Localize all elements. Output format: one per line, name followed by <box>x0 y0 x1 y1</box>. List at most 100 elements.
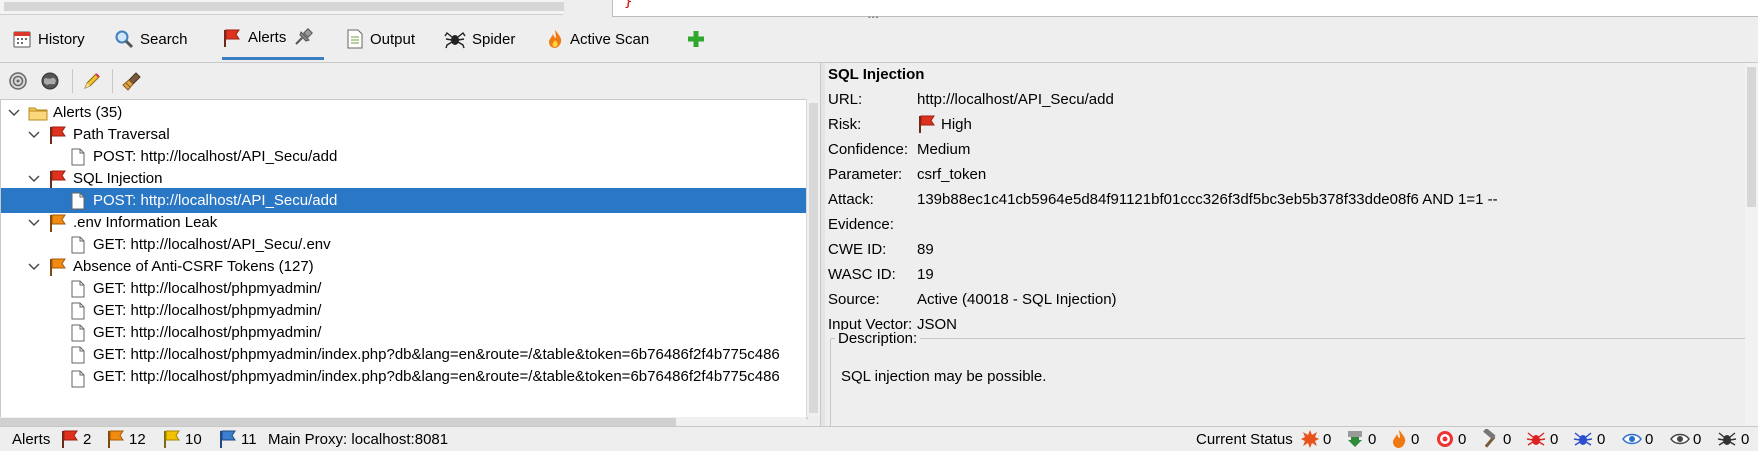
wasc-value: 19 <box>917 266 934 283</box>
high-risk-flag-icon <box>47 168 69 190</box>
status-counter: 0 <box>1480 429 1511 449</box>
edit-alert-button[interactable] <box>80 69 104 93</box>
status-counter: 0 <box>1435 429 1466 449</box>
add-tab-button[interactable] <box>686 18 706 60</box>
count-text: 0 <box>1458 430 1467 448</box>
page-icon <box>67 300 89 322</box>
flame-icon <box>1393 430 1406 448</box>
status-counter: 0 <box>1525 429 1558 449</box>
pencil-icon <box>84 73 100 89</box>
target-icon <box>1437 431 1453 447</box>
alerts-tree[interactable]: Alerts (35) Path Traversal POST: http://… <box>0 99 808 419</box>
tab-search[interactable]: Search <box>114 18 188 60</box>
download-icon <box>1348 431 1362 447</box>
main-proxy-status: Main Proxy: localhost:8081 <box>268 429 448 449</box>
tree-node-label: GET: http://localhost/phpmyadmin/index.p… <box>93 346 780 363</box>
count-text: 0 <box>1741 430 1750 448</box>
high-alerts-count: 2 <box>60 429 91 449</box>
magnifier-icon <box>115 30 134 49</box>
scrollbar-thumb[interactable] <box>4 2 564 11</box>
scope-button[interactable] <box>6 69 30 93</box>
flame-icon <box>549 30 562 48</box>
page-icon <box>67 146 89 168</box>
document-icon <box>347 29 363 49</box>
description-label: Description: <box>835 330 921 347</box>
scrollbar-thumb[interactable] <box>809 103 818 413</box>
clear-alerts-button[interactable] <box>120 69 144 93</box>
cwe-value: 89 <box>917 241 934 258</box>
source-label: Source: <box>828 291 880 308</box>
tab-history[interactable]: History <box>12 18 85 60</box>
tab-label: Spider <box>472 30 516 48</box>
folder-icon <box>27 102 49 124</box>
alert-title: SQL Injection <box>828 66 925 83</box>
tree-node-label: Absence of Anti-CSRF Tokens (127) <box>73 258 314 275</box>
chevron-down-icon[interactable] <box>7 106 21 120</box>
count-text: 0 <box>1503 430 1512 448</box>
calendar-icon <box>13 31 31 48</box>
count-text: 10 <box>185 430 202 448</box>
status-counter: 0 <box>1670 429 1701 449</box>
wasc-label: WASC ID: <box>828 266 896 283</box>
splitter-grip[interactable]: ••• <box>868 13 888 22</box>
details-vertical-scrollbar[interactable] <box>1745 63 1758 426</box>
page-icon <box>67 278 89 300</box>
medium-risk-flag-icon <box>47 256 69 278</box>
high-risk-flag-icon <box>919 115 935 133</box>
tree-node-label: POST: http://localhost/API_Secu/add <box>93 192 338 209</box>
count-text: 2 <box>83 430 92 448</box>
status-counter: 0 <box>1390 429 1419 449</box>
tab-spider[interactable]: Spider <box>444 18 515 60</box>
cwe-label: CWE ID: <box>828 241 887 258</box>
confidence-value: Medium <box>917 141 971 158</box>
low-alerts-count: 10 <box>162 429 202 449</box>
risk-label: Risk: <box>828 116 862 133</box>
count-text: 0 <box>1323 430 1332 448</box>
confidence-label: Confidence: <box>828 141 909 158</box>
link-button[interactable] <box>38 69 62 93</box>
pin-icon[interactable] <box>292 27 314 48</box>
tree-node-label: POST: http://localhost/API_Secu/add <box>93 148 338 165</box>
chevron-down-icon[interactable] <box>27 216 41 230</box>
page-icon <box>67 190 89 212</box>
tree-node-alert-instance[interactable]: GET: http://localhost/phpmyadmin/index.p… <box>1 364 807 390</box>
tab-label: History <box>38 30 85 48</box>
spider-icon <box>444 31 466 49</box>
description-text: SQL injection may be possible. <box>841 368 1047 385</box>
chevron-down-icon[interactable] <box>27 260 41 274</box>
input-vector-value: JSON <box>917 316 958 333</box>
count-text: 0 <box>1693 430 1702 448</box>
tree-node-label: GET: http://localhost/phpmyadmin/ <box>93 324 322 341</box>
status-counter: 0 <box>1716 429 1749 449</box>
tab-alerts[interactable]: Alerts <box>222 18 325 60</box>
flag-icon <box>224 29 240 47</box>
count-text: 0 <box>1645 430 1654 448</box>
chevron-down-icon[interactable] <box>27 128 41 142</box>
high-risk-flag-icon <box>47 124 69 146</box>
status-counter: 0 <box>1345 429 1376 449</box>
proxy-text: Main Proxy: localhost:8081 <box>268 430 449 448</box>
count-text: 0 <box>1597 430 1606 448</box>
tab-active-scan[interactable]: Active Scan <box>546 18 649 60</box>
toolbar-separator <box>72 69 73 93</box>
alerts-toolbar <box>0 63 820 97</box>
top-horizontal-scrollbar[interactable] <box>0 0 564 15</box>
count-text: 11 <box>241 430 257 448</box>
scrollbar-thumb[interactable] <box>0 418 676 426</box>
attack-label: Attack: <box>828 191 874 208</box>
status-counter: 0 <box>1622 429 1653 449</box>
tree-node-label: Path Traversal <box>73 126 170 143</box>
count-text: 0 <box>1411 430 1420 448</box>
plus-icon <box>688 31 704 47</box>
scrollbar-thumb[interactable] <box>1747 67 1756 207</box>
tab-output[interactable]: Output <box>346 18 415 60</box>
chevron-down-icon[interactable] <box>27 172 41 186</box>
globe-icon <box>41 72 59 90</box>
info-alerts-count: 11 <box>218 429 257 449</box>
alert-details-panel: SQL Injection URL: http://localhost/API_… <box>825 63 1758 426</box>
code-brace: } <box>624 0 633 10</box>
tree-node-label: SQL Injection <box>73 170 163 187</box>
attack-value: 139b88ec1c41cb5964e5d84f91121bf01ccc326f… <box>917 191 1498 208</box>
tree-vertical-scrollbar[interactable] <box>806 99 821 417</box>
page-icon <box>67 344 89 366</box>
